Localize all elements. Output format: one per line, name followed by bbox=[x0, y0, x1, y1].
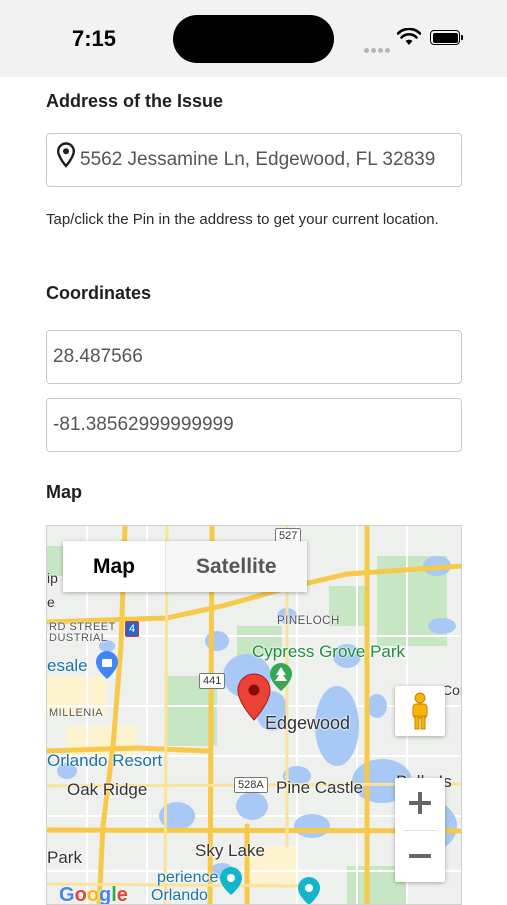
route-528a-shield: 528A bbox=[234, 777, 268, 793]
map-label-orlando-resort[interactable]: Orlando Resort bbox=[47, 751, 162, 771]
attraction-poi-icon-2[interactable] bbox=[297, 876, 321, 905]
map-label-esale[interactable]: esale bbox=[47, 656, 88, 676]
map-label-re: e bbox=[47, 594, 55, 610]
map-label-cor: Cor bbox=[442, 682, 461, 698]
map-label-pineloch: PINELOCH bbox=[277, 615, 340, 627]
map-label-orlando[interactable]: Orlando bbox=[151, 887, 208, 904]
attraction-poi-icon[interactable] bbox=[219, 866, 243, 896]
map-type-satellite-button[interactable]: Satellite bbox=[165, 541, 307, 592]
zoom-in-button[interactable] bbox=[395, 778, 445, 829]
pegman-icon bbox=[412, 692, 428, 730]
map-label-park: Park bbox=[47, 848, 82, 867]
map-view[interactable]: 527 441 528A 4 RD STREET DUSTRIAL PINELO… bbox=[46, 525, 462, 905]
plus-icon bbox=[409, 792, 431, 814]
map-label-oak-ridge: Oak Ridge bbox=[67, 780, 148, 799]
latitude-field[interactable] bbox=[46, 330, 462, 384]
battery-icon bbox=[430, 30, 463, 45]
wifi-icon bbox=[397, 28, 421, 45]
map-type-control: Map Satellite bbox=[63, 541, 307, 592]
status-bar: 7:15 bbox=[0, 0, 507, 77]
longitude-input[interactable] bbox=[47, 399, 461, 451]
address-input[interactable] bbox=[47, 134, 461, 186]
longitude-field[interactable] bbox=[46, 398, 462, 452]
pin-help-text: Tap/click the Pin in the address to get … bbox=[46, 211, 439, 228]
park-poi-icon[interactable] bbox=[269, 662, 293, 692]
cellular-signal-icon bbox=[364, 40, 392, 58]
address-label: Address of the Issue bbox=[46, 91, 224, 111]
map-label-cypress-grove-park[interactable]: Cypress Grove Park bbox=[252, 642, 405, 662]
zoom-control bbox=[395, 778, 445, 882]
status-time: 7:15 bbox=[72, 26, 117, 51]
map-type-map-button[interactable]: Map bbox=[63, 541, 165, 592]
map-label-millenia: MILLENIA bbox=[49, 707, 104, 719]
interstate-4-shield: 4 bbox=[125, 621, 140, 637]
map-label-edgewood: Edgewood bbox=[265, 713, 351, 733]
map-label: Map bbox=[46, 482, 82, 502]
street-view-pegman-button[interactable] bbox=[395, 686, 445, 736]
shopping-poi-icon[interactable] bbox=[95, 650, 119, 680]
map-label-ip: ip bbox=[47, 570, 58, 586]
address-field[interactable] bbox=[46, 133, 462, 187]
minus-icon bbox=[409, 854, 431, 858]
map-label-sky-lake: Sky Lake bbox=[195, 841, 265, 860]
map-label-industrial: DUSTRIAL bbox=[49, 632, 108, 644]
map-label-experience[interactable]: perience bbox=[157, 869, 218, 887]
coordinates-label: Coordinates bbox=[46, 283, 152, 303]
latitude-input[interactable] bbox=[47, 331, 461, 383]
dynamic-island bbox=[173, 15, 334, 63]
route-441-shield: 441 bbox=[199, 673, 226, 689]
google-logo: Google bbox=[59, 884, 128, 905]
location-marker-icon[interactable] bbox=[237, 673, 271, 721]
zoom-out-button[interactable] bbox=[395, 831, 445, 882]
map-label-pine-castle: Pine Castle bbox=[276, 778, 363, 797]
